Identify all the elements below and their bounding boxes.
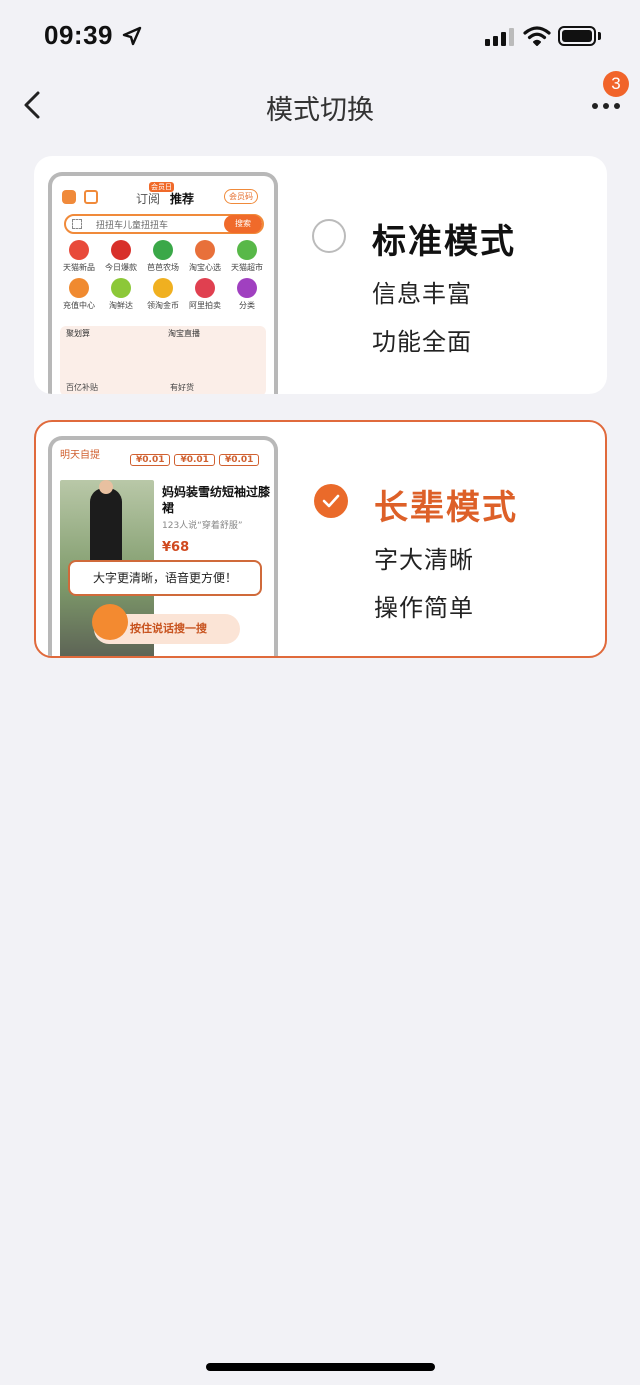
- standard-mode-desc-2: 功能全面: [372, 328, 472, 356]
- preview-promo-left: 聚划算: [66, 329, 90, 338]
- elder-mode-desc-1: 字大清晰: [374, 546, 474, 574]
- preview-grid-item: 天猫超市: [226, 240, 268, 274]
- checkmark-icon: [322, 494, 340, 508]
- more-dots-icon: [592, 103, 620, 109]
- preview-grid-item: 今日爆款: [100, 240, 142, 274]
- preview-foot-left: 百亿补贴: [66, 383, 98, 392]
- standard-mode-radio[interactable]: [312, 219, 346, 253]
- cellular-signal-icon: [485, 28, 514, 46]
- standard-mode-title: 标准模式: [372, 222, 516, 262]
- preview-grid-item: 领淘金币: [142, 278, 184, 312]
- preview-search-bar: 扭扭车儿童扭扭车 搜索: [64, 214, 264, 234]
- preview-grid-item: 芭芭农场: [142, 240, 184, 274]
- preview-pickup-label: 明天自提: [60, 450, 100, 461]
- page-title: 模式切换: [266, 95, 374, 126]
- preview-member-code: 会员码: [224, 189, 258, 204]
- preview-product-name: 妈妈装雪纺短袖过膝裙: [162, 485, 271, 515]
- wifi-icon: [523, 26, 551, 46]
- elder-mode-radio-checked[interactable]: [314, 484, 348, 518]
- mascot-icon: [92, 604, 128, 640]
- preview-tip-bubble: 大字更清晰，语音更方便！: [68, 560, 262, 596]
- nav-bar: 模式切换: [0, 70, 640, 140]
- standard-mode-preview: 订阅 会员日 推荐 会员码 扭扭车儿童扭扭车 搜索 天猫新品 今日爆款 芭芭农场…: [48, 172, 278, 394]
- preview-price-tag: ¥0.01: [130, 454, 171, 466]
- preview-search-button: 搜索: [224, 215, 262, 233]
- location-arrow-icon: [122, 26, 142, 46]
- preview-scan-icon: [84, 190, 98, 204]
- preview-grid-item: 充值中心: [58, 278, 100, 312]
- elder-mode-card[interactable]: 明天自提 ¥0.01 ¥0.01 ¥0.01 妈妈装雪纺短袖过膝裙 123人说“…: [34, 420, 607, 658]
- preview-header: 订阅 会员日 推荐 会员码: [52, 182, 274, 210]
- preview-tab-subscribe: 订阅: [136, 192, 161, 206]
- standard-mode-card[interactable]: 订阅 会员日 推荐 会员码 扭扭车儿童扭扭车 搜索 天猫新品 今日爆款 芭芭农场…: [34, 156, 607, 394]
- standard-mode-desc-1: 信息丰富: [372, 280, 472, 308]
- battery-cap: [598, 32, 601, 40]
- preview-foot-right: 有好货: [170, 383, 194, 392]
- status-time: 09:39: [44, 20, 113, 50]
- preview-product-review: 123人说“穿着舒服”: [162, 521, 243, 531]
- preview-logo-icon: [62, 190, 76, 204]
- preview-tab-recommend: 推荐: [170, 192, 195, 206]
- home-indicator[interactable]: [206, 1363, 435, 1371]
- preview-search-query: 扭扭车儿童扭扭车: [96, 221, 169, 231]
- preview-price-tags: ¥0.01 ¥0.01 ¥0.01: [130, 454, 260, 466]
- preview-icon-grid: 天猫新品 今日爆款 芭芭农场 淘宝心选 天猫超市 充值中心 淘鲜达 领淘金币 阿…: [58, 240, 268, 312]
- preview-grid-item: 淘鲜达: [100, 278, 142, 312]
- preview-grid-item: 阿里拍卖: [184, 278, 226, 312]
- elder-mode-title: 长辈模式: [374, 488, 518, 528]
- elder-mode-desc-2: 操作简单: [374, 594, 474, 622]
- status-bar: 09:39: [0, 0, 640, 70]
- preview-grid-item: 分类: [226, 278, 268, 312]
- preview-grid-item: 天猫新品: [58, 240, 100, 274]
- preview-promo-right: 淘宝直播: [168, 329, 200, 338]
- preview-price-tag: ¥0.01: [174, 454, 215, 466]
- preview-grid-item: 淘宝心选: [184, 240, 226, 274]
- notification-badge: 3: [603, 71, 629, 97]
- preview-product-price: ¥68: [162, 540, 190, 555]
- elder-mode-preview: 明天自提 ¥0.01 ¥0.01 ¥0.01 妈妈装雪纺短袖过膝裙 123人说“…: [48, 436, 278, 656]
- preview-price-tag: ¥0.01: [218, 454, 260, 466]
- preview-camera-icon: [72, 219, 82, 229]
- battery-icon: [558, 26, 596, 46]
